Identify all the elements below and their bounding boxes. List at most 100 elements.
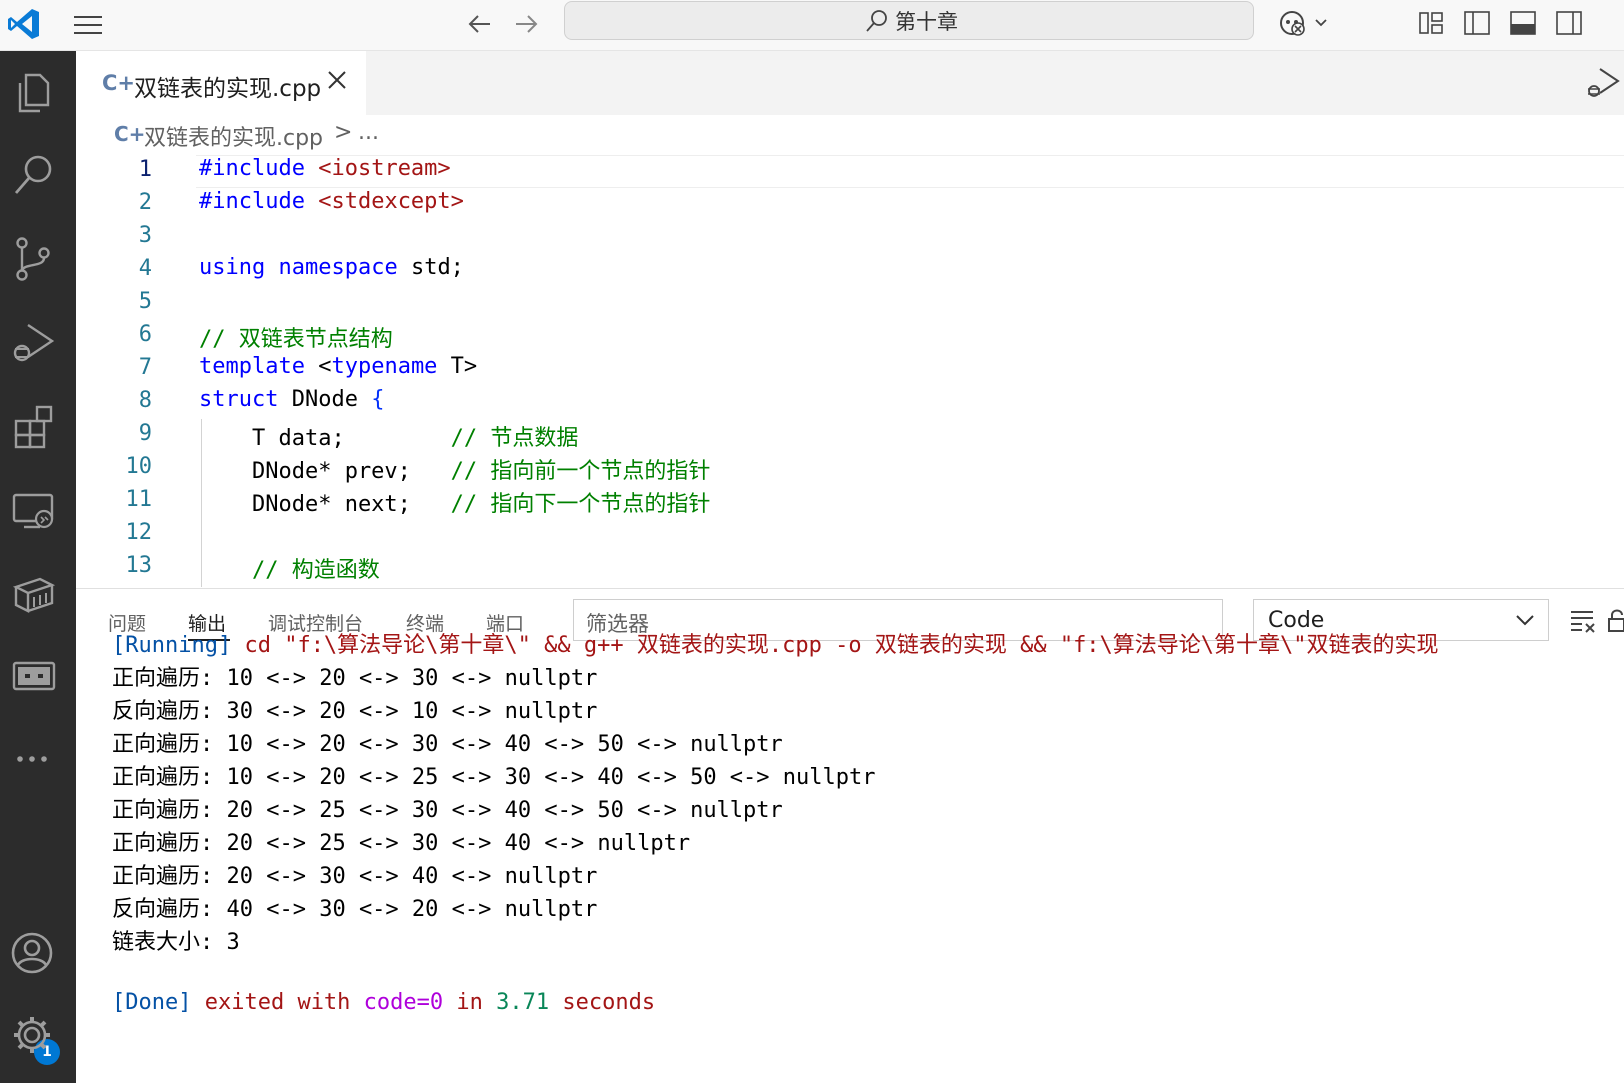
code-editor[interactable]: 1 #include <iostream> 2 #include <stdexcept…: [76, 155, 1624, 587]
line-number: 7: [138, 355, 152, 380]
toggle-panel-icon[interactable]: [1508, 8, 1538, 38]
code-token: // 指向前一个节点的指针: [450, 459, 711, 484]
line-number: 13: [125, 553, 153, 578]
line-number: 8: [138, 388, 152, 413]
code-line[interactable]: 12: [76, 518, 1624, 552]
code-line[interactable]: 11 DNode* next; // 指向下一个节点的指针: [76, 485, 1624, 519]
output-line: [Done] exited with code=0 in 3.71 second…: [112, 990, 655, 1022]
run-file-icon[interactable]: [1580, 65, 1624, 101]
code-line[interactable]: 6 // 双链表节点结构: [76, 320, 1624, 354]
ports-icon[interactable]: [10, 653, 58, 701]
output-token: 正向遍历: 20 <-> 25 <-> 30 <-> 40 <-> 50 <->…: [112, 798, 783, 823]
breadcrumb-more[interactable]: ...: [358, 120, 379, 145]
source-control-icon[interactable]: [10, 235, 58, 283]
code-token: {: [371, 387, 385, 412]
line-number: 6: [138, 322, 152, 347]
output-token: seconds: [549, 990, 656, 1015]
output-line: [Running] cd "f:\算法导论\第十章\" && g++ 双链表的实…: [112, 627, 1439, 659]
code-line[interactable]: 5: [76, 287, 1624, 321]
tab-label: 双链表的实现.cpp: [134, 76, 322, 102]
settings-gear-icon[interactable]: [10, 1011, 58, 1059]
output-token: 正向遍历: 20 <-> 25 <-> 30 <-> 40 <-> nullpt…: [112, 831, 691, 856]
code-line[interactable]: 4 using namespace std;: [76, 254, 1624, 288]
code-token: // 指向下一个节点的指针: [450, 492, 711, 517]
arrow-right-icon[interactable]: [510, 8, 542, 40]
code-text: // 双链表节点结构: [199, 321, 393, 353]
code-token: <stdexcept>: [318, 189, 464, 214]
code-line[interactable]: 2 #include <stdexcept>: [76, 188, 1624, 222]
code-token: struct: [199, 387, 279, 412]
code-text: #include <stdexcept>: [199, 189, 464, 214]
code-token: <iostream>: [318, 156, 451, 181]
output-token: [Done]: [112, 990, 192, 1015]
lock-icon[interactable]: [1608, 605, 1624, 635]
chevron-down-icon: [1516, 615, 1534, 626]
code-token: namespace: [278, 255, 398, 280]
output-line: 正向遍历: 10 <-> 20 <-> 25 <-> 30 <-> 40 <->…: [112, 759, 876, 791]
output-line: 反向遍历: 40 <-> 30 <-> 20 <-> nullptr: [112, 891, 597, 923]
more-icon[interactable]: [10, 735, 58, 783]
output-token: 正向遍历: 10 <-> 20 <-> 30 <-> 40 <-> 50 <->…: [112, 732, 783, 757]
code-line[interactable]: 8 struct DNode {: [76, 386, 1624, 420]
clear-output-icon[interactable]: [1568, 605, 1598, 635]
output-line: 正向遍历: 20 <-> 30 <-> 40 <-> nullptr: [112, 858, 597, 890]
line-number: 10: [125, 454, 153, 479]
breadcrumb-file[interactable]: 双链表的实现.cpp: [144, 120, 323, 152]
menu-icon[interactable]: [72, 12, 104, 38]
code-token: using: [199, 255, 266, 280]
line-number: 1: [138, 157, 152, 182]
code-token: DNode: [278, 387, 372, 412]
output-token: 正向遍历: 20 <-> 30 <-> 40 <-> nullptr: [112, 864, 598, 889]
command-center-search[interactable]: 第十章: [564, 1, 1254, 40]
code-line[interactable]: 10 DNode* prev; // 指向前一个节点的指针: [76, 452, 1624, 486]
output-line: 正向遍历: 20 <-> 25 <-> 30 <-> 40 <-> 50 <->…: [112, 792, 783, 824]
package-icon[interactable]: [10, 571, 58, 619]
line-number: 3: [138, 223, 152, 248]
code-text: using namespace std;: [199, 255, 464, 280]
close-icon[interactable]: [324, 67, 350, 93]
output-token: cd "f:\算法导论\第十章\" && g++ 双链表的实现.cpp -o 双…: [231, 633, 1439, 658]
code-token: T>: [437, 354, 478, 379]
output-token: [Running]: [112, 633, 232, 658]
command-center-text: 第十章: [895, 10, 958, 34]
code-line[interactable]: 1 #include <iostream>: [76, 155, 1624, 189]
code-text: // 构造函数: [199, 552, 380, 584]
run-debug-icon[interactable]: [10, 319, 58, 367]
extensions-icon[interactable]: [10, 403, 58, 451]
toggle-sidebar-icon[interactable]: [1462, 8, 1492, 38]
line-number: 12: [125, 520, 153, 545]
customize-layout-icon[interactable]: [1416, 8, 1446, 38]
output-line: 链表大小: 3: [112, 924, 240, 956]
code-line[interactable]: 3: [76, 221, 1624, 255]
explorer-icon[interactable]: [10, 69, 58, 117]
code-token: // 双链表节点结构: [199, 327, 393, 352]
code-token: DNode* prev;: [199, 459, 451, 484]
output-line: 正向遍历: 10 <-> 20 <-> 30 <-> nullptr: [112, 660, 597, 692]
arrow-left-icon[interactable]: [464, 8, 496, 40]
accounts-icon[interactable]: [10, 931, 58, 979]
output-token: 正向遍历: 10 <-> 20 <-> 25 <-> 30 <-> 40 <->…: [112, 765, 876, 790]
code-text: template <typename T>: [199, 354, 477, 379]
code-line[interactable]: 13 // 构造函数: [76, 551, 1624, 585]
code-token: <: [304, 354, 332, 379]
code-token: template: [199, 354, 305, 379]
remote-explorer-icon[interactable]: [10, 487, 58, 535]
code-line[interactable]: 9 T data; // 节点数据: [76, 419, 1624, 453]
search-icon[interactable]: [10, 151, 58, 199]
breadcrumb-separator: >: [334, 120, 353, 145]
code-text: #include <iostream>: [199, 156, 451, 181]
activity-bar: 1: [0, 51, 76, 1083]
tab-active-file[interactable]: C+ 双链表的实现.cpp: [76, 51, 366, 115]
toggle-secondary-sidebar-icon[interactable]: [1554, 8, 1584, 38]
copilot-icon[interactable]: [1276, 6, 1336, 40]
code-line[interactable]: 7 template <typename T>: [76, 353, 1624, 387]
output-token: code=0: [363, 990, 444, 1015]
breadcrumb: C+ 双链表的实现.cpp > ...: [76, 116, 1624, 154]
search-icon: [866, 10, 887, 32]
output-token: 链表大小: 3: [112, 930, 240, 955]
code-token: #include: [199, 156, 319, 181]
cpp-file-icon: C+: [114, 122, 146, 146]
output-line: 正向遍历: 20 <-> 25 <-> 30 <-> 40 <-> nullpt…: [112, 825, 690, 857]
output-token: 反向遍历: 30 <-> 20 <-> 10 <-> nullptr: [112, 699, 598, 724]
